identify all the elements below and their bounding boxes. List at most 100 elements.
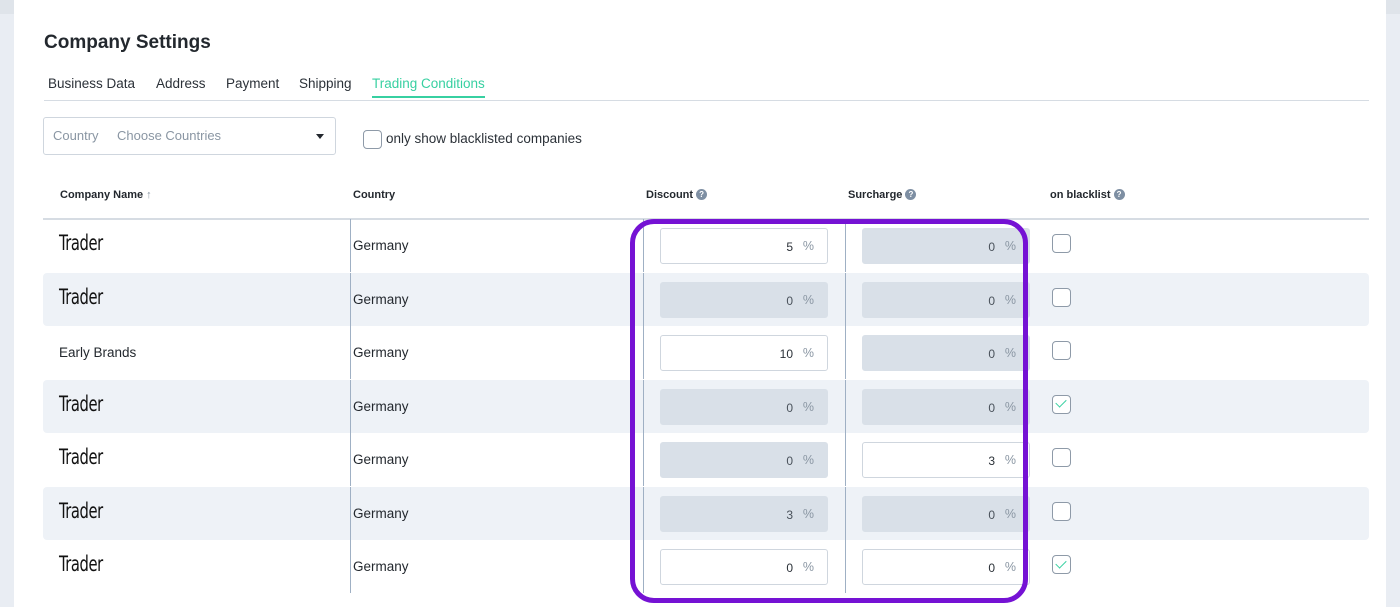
country-select[interactable]: Country Choose Countries <box>43 117 336 155</box>
discount-input[interactable]: 5% <box>660 228 828 264</box>
company-name: Trader <box>59 552 103 576</box>
column-divider <box>350 540 351 593</box>
tab-business-data[interactable]: Business Data <box>48 76 135 96</box>
on-blacklist-checkbox[interactable] <box>1052 341 1071 360</box>
discount-value: 0 <box>786 293 793 308</box>
discount-value: 3 <box>786 507 793 522</box>
col-country: Country <box>353 189 396 201</box>
caret-down-icon <box>316 134 324 139</box>
surcharge-input[interactable]: 3% <box>862 442 1030 478</box>
discount-value: 5 <box>786 240 793 254</box>
company-name: Trader <box>59 445 103 469</box>
table-header: Company Name ↑ Country Discount? Surcharg… <box>43 182 1369 220</box>
surcharge-input[interactable]: 0% <box>862 549 1030 585</box>
percent-unit: % <box>802 239 814 253</box>
table-row: Trader Germany 3% 0% <box>43 486 1369 540</box>
discount-value: 0 <box>786 400 793 415</box>
surcharge-value: 0 <box>988 293 995 308</box>
on-blacklist-checkbox[interactable] <box>1052 501 1071 521</box>
surcharge-value: 3 <box>988 454 995 468</box>
column-divider <box>643 540 644 593</box>
percent-unit: % <box>802 399 814 414</box>
percent-unit: % <box>1004 560 1016 574</box>
surcharge-input: 0% <box>862 388 1030 425</box>
country-value: Germany <box>353 291 409 307</box>
percent-unit: % <box>802 292 814 307</box>
column-divider <box>350 486 351 540</box>
column-divider <box>643 433 644 486</box>
col-discount-label: Discount <box>646 189 694 201</box>
company-name: Trader <box>59 391 103 416</box>
blacklist-only-label: only show blacklisted companies <box>386 131 582 146</box>
column-divider <box>350 326 351 379</box>
company-name: Trader <box>59 231 103 255</box>
on-blacklist-checkbox[interactable] <box>1052 287 1071 307</box>
percent-unit: % <box>1004 453 1016 467</box>
tab-payment[interactable]: Payment <box>226 76 279 96</box>
table-row: Trader Germany 0% 3% <box>43 433 1369 486</box>
company-name: Trader <box>59 498 103 523</box>
on-blacklist-checkbox[interactable] <box>1052 448 1071 467</box>
country-value: Germany <box>353 559 409 574</box>
discount-input[interactable]: 10% <box>660 335 828 371</box>
col-surcharge-label: Surcharge <box>848 189 903 201</box>
blacklist-only-checkbox[interactable] <box>363 130 382 149</box>
column-divider <box>350 433 351 486</box>
help-icon[interactable]: ? <box>1113 189 1125 200</box>
discount-value: 10 <box>779 347 793 361</box>
col-company-name-label: Company Name <box>60 189 144 201</box>
column-divider <box>643 379 644 433</box>
table-row: Trader Germany 0% 0% <box>43 540 1369 593</box>
col-company-name[interactable]: Company Name ↑ <box>60 189 152 201</box>
percent-unit: % <box>1004 239 1016 253</box>
percent-unit: % <box>802 346 814 360</box>
percent-unit: % <box>1004 292 1016 307</box>
company-name-cell: Trader <box>59 540 329 593</box>
on-blacklist-checkbox[interactable] <box>1052 555 1071 574</box>
discount-input[interactable]: 0% <box>660 549 828 585</box>
country-value: Germany <box>353 505 409 521</box>
discount-input: 0% <box>660 281 828 318</box>
country-select-placeholder: Choose Countries <box>117 128 222 143</box>
column-divider <box>643 219 644 272</box>
column-divider <box>845 379 846 433</box>
country-select-label: Country <box>53 128 99 143</box>
column-divider <box>643 272 644 326</box>
column-divider <box>350 379 351 433</box>
column-divider <box>350 272 351 326</box>
help-icon[interactable]: ? <box>905 189 917 200</box>
tab-address[interactable]: Address <box>156 76 206 96</box>
discount-input: 0% <box>660 442 828 478</box>
col-on-blacklist-label: on blacklist <box>1050 189 1111 201</box>
on-blacklist-checkbox[interactable] <box>1052 394 1071 414</box>
percent-unit: % <box>802 560 814 574</box>
discount-input: 3% <box>660 495 828 532</box>
column-divider <box>643 486 644 540</box>
company-name-cell: Early Brands <box>59 326 329 379</box>
company-name: Early Brands <box>59 345 137 360</box>
percent-unit: % <box>802 506 814 521</box>
column-divider <box>845 433 846 486</box>
percent-unit: % <box>802 453 814 467</box>
company-name-cell: Trader <box>59 433 329 486</box>
column-divider <box>643 326 644 379</box>
company-settings-page: Company Settings Business Data Address P… <box>14 0 1386 607</box>
tab-shipping[interactable]: Shipping <box>299 76 352 96</box>
country-value: Germany <box>353 238 409 253</box>
column-divider <box>845 219 846 272</box>
percent-unit: % <box>1004 346 1016 360</box>
surcharge-input: 0% <box>862 495 1030 532</box>
tab-trading-conditions[interactable]: Trading Conditions <box>372 76 485 98</box>
company-name-cell: Trader <box>59 380 329 433</box>
surcharge-input: 0% <box>862 228 1030 264</box>
percent-unit: % <box>1004 506 1016 521</box>
country-value: Germany <box>353 398 409 414</box>
discount-value: 0 <box>786 454 793 468</box>
help-icon[interactable]: ? <box>696 189 708 200</box>
sort-ascending-icon[interactable]: ↑ <box>146 189 152 201</box>
col-surcharge: Surcharge? <box>848 189 917 201</box>
col-on-blacklist: on blacklist? <box>1050 189 1125 201</box>
table-row: Trader Germany 0% 0% <box>43 272 1369 326</box>
on-blacklist-checkbox[interactable] <box>1052 234 1071 253</box>
column-divider <box>845 326 846 379</box>
